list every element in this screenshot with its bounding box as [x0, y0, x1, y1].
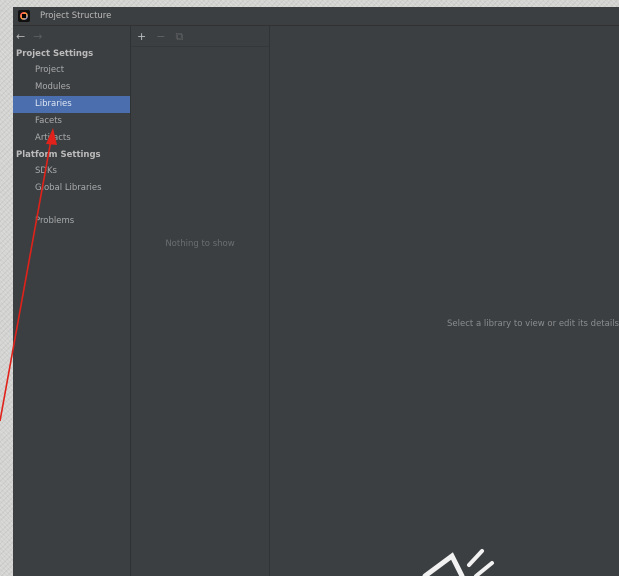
sidebar-item-global-libraries[interactable]: Global Libraries	[13, 180, 130, 197]
library-detail-panel: Select a library to view or edit its det…	[270, 26, 619, 576]
forward-arrow-icon[interactable]: →	[33, 31, 42, 42]
list-toolbar: + − ⧉	[131, 26, 269, 47]
remove-icon[interactable]: −	[156, 31, 165, 42]
sidebar-separator	[13, 197, 130, 213]
window-title: Project Structure	[40, 11, 112, 21]
sidebar-item-modules[interactable]: Modules	[13, 79, 130, 96]
intellij-logo-icon	[18, 10, 30, 22]
sidebar-item-artifacts[interactable]: Artifacts	[13, 130, 130, 147]
sidebar-item-problems[interactable]: Problems	[13, 213, 130, 230]
sidebar-item-libraries[interactable]: Libraries	[13, 96, 130, 113]
settings-sidebar: ← → Project Settings Project Modules Lib…	[13, 26, 131, 576]
sidebar-item-sdks[interactable]: SDKs	[13, 163, 130, 180]
section-platform-settings: Platform Settings	[16, 150, 101, 160]
library-list-panel: + − ⧉ Nothing to show	[131, 26, 270, 576]
title-bar: Project Structure	[13, 7, 619, 26]
empty-list-text: Nothing to show	[165, 239, 235, 249]
sidebar-item-project[interactable]: Project	[13, 62, 130, 79]
copy-icon[interactable]: ⧉	[175, 31, 183, 42]
add-icon[interactable]: +	[137, 31, 146, 42]
sidebar-item-facets[interactable]: Facets	[13, 113, 130, 130]
nav-arrows: ← →	[13, 26, 130, 46]
back-arrow-icon[interactable]: ←	[16, 31, 25, 42]
section-project-settings: Project Settings	[16, 49, 94, 59]
detail-hint: Select a library to view or edit its det…	[447, 319, 619, 329]
project-structure-window: Project Structure ← → Project Settings P…	[13, 7, 619, 576]
